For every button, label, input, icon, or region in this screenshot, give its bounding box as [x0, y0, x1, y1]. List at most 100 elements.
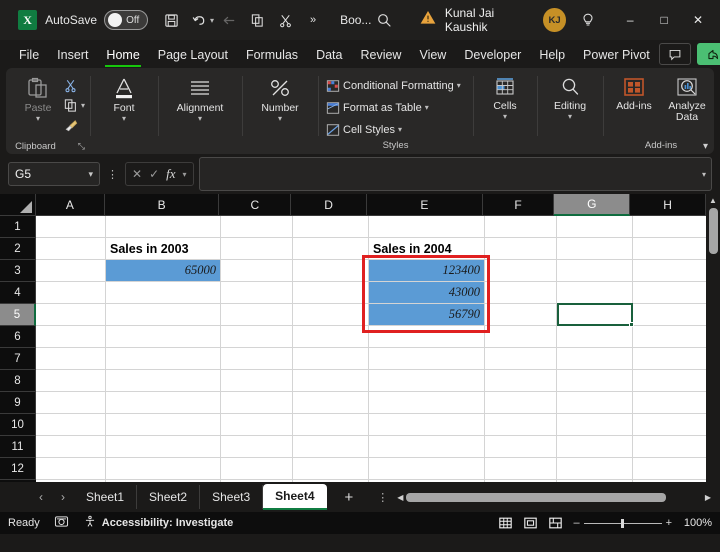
row-header-9[interactable]: 9 [0, 392, 36, 414]
cell-area[interactable]: Sales in 2003 65000 Sales in 2004 123400… [36, 216, 706, 482]
row-header-4[interactable]: 4 [0, 282, 36, 304]
zoom-in-button[interactable]: + [666, 517, 672, 529]
clipboard-dialog-launcher[interactable]: ⤡ [78, 141, 85, 151]
copy-icon[interactable] [244, 7, 270, 33]
window-minimize-button[interactable]: – [614, 5, 646, 35]
cut-icon[interactable] [272, 7, 298, 33]
formula-bar-expand-icon[interactable]: ▾ [702, 170, 706, 179]
tab-view[interactable]: View [410, 44, 455, 65]
save-icon[interactable] [158, 7, 184, 33]
page-layout-view-button[interactable] [523, 516, 538, 530]
window-close-button[interactable]: ✕ [682, 5, 714, 35]
tab-review[interactable]: Review [351, 44, 410, 65]
cells-dropdown-icon[interactable]: ▾ [503, 113, 507, 120]
window-maximize-button[interactable]: □ [648, 5, 680, 35]
document-name[interactable]: Boo... [340, 13, 371, 27]
cell-b3[interactable]: 65000 [106, 260, 220, 281]
scroll-up-arrow-icon[interactable]: ▲ [709, 194, 717, 207]
zoom-slider-track[interactable] [584, 523, 662, 524]
addins-button[interactable]: Add-ins [609, 74, 659, 112]
hscroll-right-arrow-icon[interactable]: ▶ [702, 493, 714, 502]
avatar[interactable]: KJ [543, 8, 566, 32]
name-box[interactable]: G5 ▾ [8, 162, 100, 186]
undo-icon[interactable] [186, 7, 212, 33]
function-dropdown-icon[interactable]: ▾ [183, 170, 187, 179]
column-header-c[interactable]: C [219, 194, 291, 216]
accessibility-status[interactable]: Accessibility: Investigate [83, 515, 233, 531]
tab-file[interactable]: File [10, 44, 48, 65]
zoom-slider[interactable]: – + [573, 517, 672, 529]
fill-handle[interactable] [629, 322, 634, 327]
conditional-formatting-dropdown-icon[interactable]: ▾ [457, 81, 461, 90]
alignment-dropdown-icon[interactable]: ▾ [198, 115, 202, 122]
cell-b2[interactable]: Sales in 2003 [106, 238, 220, 259]
zoom-slider-knob[interactable] [621, 519, 624, 528]
column-header-b[interactable]: B [105, 194, 220, 216]
format-as-table-dropdown-icon[interactable]: ▾ [425, 103, 429, 112]
number-dropdown-icon[interactable]: ▾ [278, 115, 282, 122]
ribbon-collapse-icon[interactable]: ▾ [703, 141, 708, 152]
font-dropdown-icon[interactable]: ▾ [122, 115, 126, 122]
tab-help[interactable]: Help [530, 44, 574, 65]
sheet-options-kebab-icon[interactable]: ⋮ [371, 491, 394, 504]
tab-insert[interactable]: Insert [48, 44, 97, 65]
editing-button[interactable]: Editing ▾ [546, 74, 594, 120]
font-button[interactable]: Font ▾ [101, 74, 147, 122]
page-break-view-button[interactable] [548, 516, 563, 530]
tab-home[interactable]: Home [97, 44, 148, 65]
conditional-formatting-button[interactable]: Conditional Formatting ▾ [326, 77, 461, 94]
add-sheet-button[interactable]: + [327, 489, 372, 506]
enter-formula-icon[interactable]: ✓ [149, 167, 159, 181]
row-header-6[interactable]: 6 [0, 326, 36, 348]
normal-view-button[interactable] [498, 516, 513, 530]
autosave-toggle[interactable]: Off [104, 10, 148, 30]
column-header-a[interactable]: A [36, 194, 105, 216]
sheet-tab-sheet4[interactable]: Sheet4 [263, 484, 326, 510]
cell-styles-button[interactable]: Cell Styles ▾ [326, 121, 461, 138]
row-header-8[interactable]: 8 [0, 370, 36, 392]
redo-icon[interactable] [216, 7, 242, 33]
zoom-out-button[interactable]: – [573, 517, 579, 529]
cells-button[interactable]: Cells ▾ [482, 74, 528, 120]
lightbulb-icon[interactable] [576, 7, 600, 33]
cell-styles-dropdown-icon[interactable]: ▾ [398, 125, 402, 134]
sheet-tab-sheet1[interactable]: Sheet1 [74, 485, 137, 509]
row-header-1[interactable]: 1 [0, 216, 36, 238]
row-header-2[interactable]: 2 [0, 238, 36, 260]
copy-dropdown-icon[interactable]: ▾ [81, 101, 85, 110]
horizontal-scrollbar-thumb[interactable] [406, 493, 666, 502]
record-macro-button[interactable] [54, 515, 69, 531]
tab-data[interactable]: Data [307, 44, 351, 65]
user-name[interactable]: Kunal Jai Kaushik [445, 6, 535, 34]
tab-page-layout[interactable]: Page Layout [149, 44, 237, 65]
more-commands-icon[interactable]: » [300, 7, 326, 33]
paste-dropdown-icon[interactable]: ▾ [36, 115, 40, 122]
horizontal-scrollbar-track[interactable] [406, 493, 701, 502]
hscroll-left-arrow-icon[interactable]: ◀ [394, 493, 406, 502]
vertical-scrollbar[interactable]: ▲ [706, 194, 720, 482]
row-header-5[interactable]: 5 [0, 304, 36, 326]
tab-formulas[interactable]: Formulas [237, 44, 307, 65]
sheet-prev-icon[interactable]: ‹ [30, 490, 52, 504]
column-header-f[interactable]: F [483, 194, 555, 216]
column-header-g[interactable]: G [554, 194, 630, 216]
editing-dropdown-icon[interactable]: ▾ [568, 113, 572, 120]
sheet-tab-sheet2[interactable]: Sheet2 [137, 485, 200, 509]
active-cell-g5[interactable] [557, 303, 633, 326]
search-icon[interactable] [371, 7, 395, 33]
sheet-next-icon[interactable]: › [52, 490, 74, 504]
row-header-3[interactable]: 3 [0, 260, 36, 282]
column-header-d[interactable]: D [291, 194, 367, 216]
warning-triangle-icon[interactable] [420, 10, 436, 30]
sheet-tab-sheet3[interactable]: Sheet3 [200, 485, 263, 509]
column-header-e[interactable]: E [367, 194, 483, 216]
format-as-table-button[interactable]: Format as Table ▾ [326, 99, 461, 116]
row-header-10[interactable]: 10 [0, 414, 36, 436]
tab-power-pivot[interactable]: Power Pivot [574, 44, 659, 65]
cancel-formula-icon[interactable]: ✕ [132, 167, 142, 181]
row-header-12[interactable]: 12 [0, 458, 36, 480]
tab-developer[interactable]: Developer [455, 44, 530, 65]
cut-button[interactable] [63, 77, 85, 94]
comments-button[interactable] [659, 43, 691, 65]
formula-input[interactable]: ▾ [199, 157, 712, 191]
